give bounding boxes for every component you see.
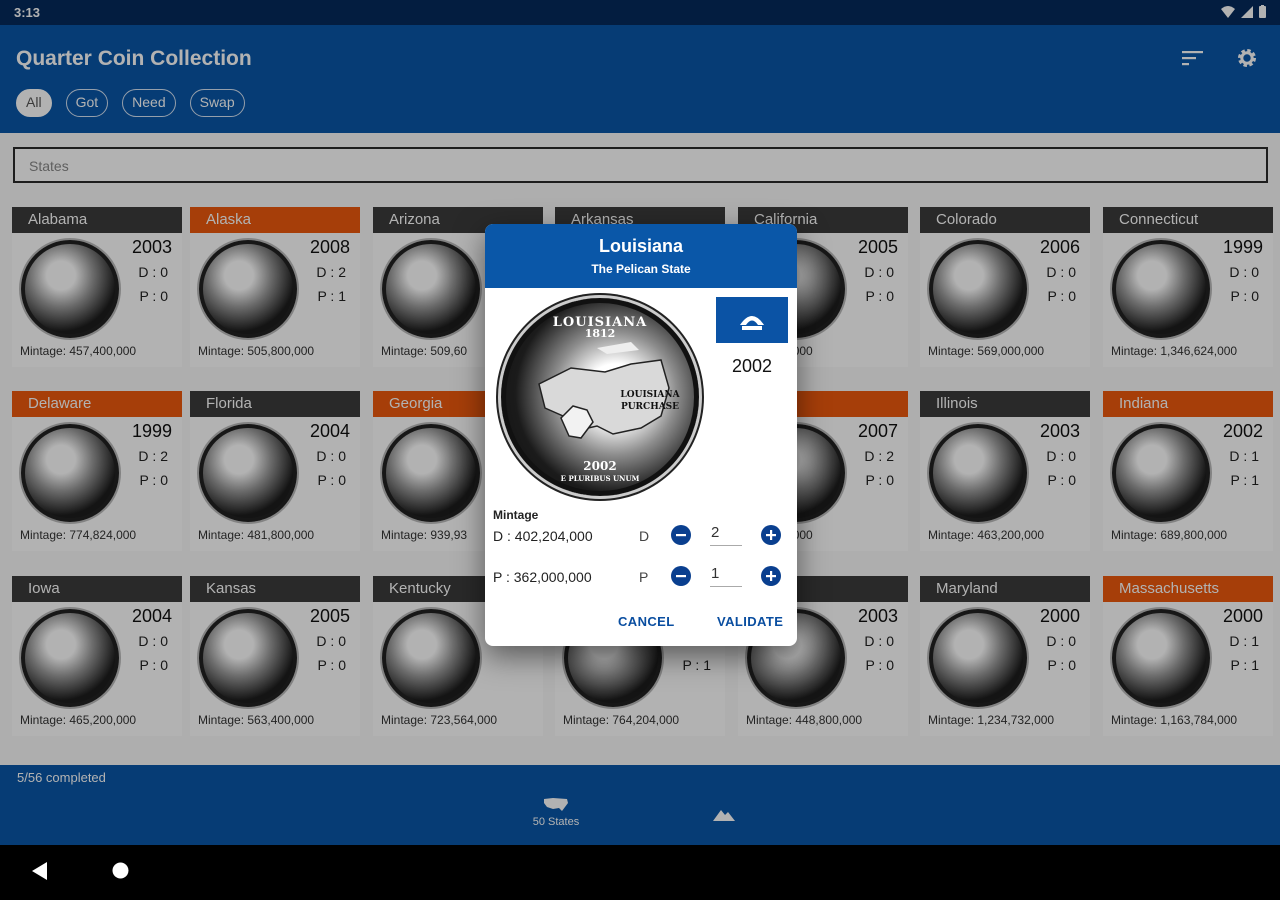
plus-icon (766, 571, 776, 581)
louisiana-flag-icon (716, 297, 788, 343)
home-icon[interactable] (112, 862, 129, 879)
philadelphia-decrement-button[interactable] (671, 566, 691, 586)
denver-quantity-input[interactable]: 2 (710, 522, 742, 546)
denver-decrement-button[interactable] (671, 525, 691, 545)
minus-icon (676, 534, 686, 537)
mintage-denver: D : 402,204,000 (493, 528, 593, 544)
dialog-header: Louisiana The Pelican State (485, 224, 797, 288)
minus-icon (676, 575, 686, 578)
denver-mint-letter: D (639, 528, 650, 544)
app-screen: 3:13 Quarter Coin Collection All Got Nee… (0, 0, 1280, 900)
coin-details-dialog: Louisiana The Pelican State LOUISIANA 18… (485, 224, 797, 646)
cancel-button[interactable]: CANCEL (618, 614, 675, 629)
denver-increment-button[interactable] (761, 525, 781, 545)
louisiana-quarter-image: LOUISIANA 1812 LOUISIANA PURCHASE 2002 E… (501, 298, 699, 496)
philadelphia-mint-letter: P (639, 569, 649, 585)
dialog-subtitle: The Pelican State (591, 262, 691, 276)
mintage-label: Mintage (493, 508, 539, 522)
dialog-year: 2002 (731, 356, 773, 376)
back-icon[interactable] (32, 862, 48, 880)
coin-motto-text: E PLURIBUS UNUM (560, 474, 640, 483)
validate-button[interactable]: VALIDATE (717, 614, 783, 629)
coin-purchase-text: LOUISIANA PURCHASE (620, 390, 680, 412)
dialog-title: Louisiana (598, 236, 683, 256)
philadelphia-quantity-input[interactable]: 1 (710, 563, 742, 587)
coin-year-text: 2002 (583, 459, 617, 473)
philadelphia-increment-button[interactable] (761, 566, 781, 586)
plus-icon (766, 530, 776, 540)
mintage-philadelphia: P : 362,000,000 (493, 569, 592, 585)
system-navigation-bar (0, 845, 1280, 900)
